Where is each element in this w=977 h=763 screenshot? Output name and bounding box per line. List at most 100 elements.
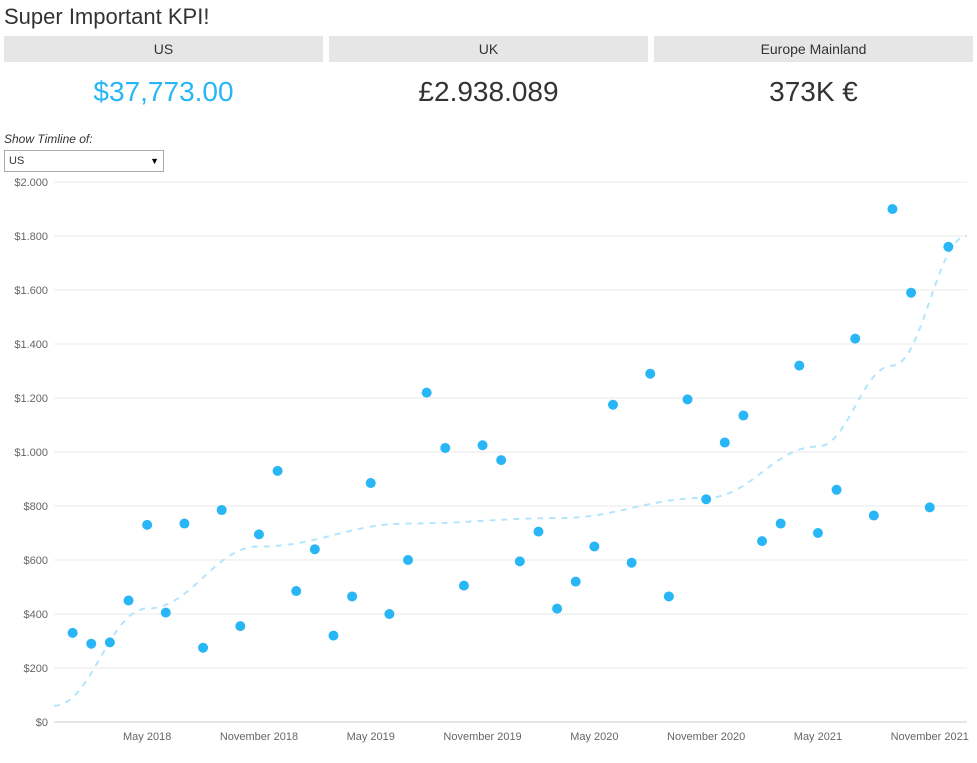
data-point xyxy=(478,440,488,450)
trend-line xyxy=(54,236,967,706)
data-point xyxy=(571,577,581,587)
kpi-header: US xyxy=(4,36,323,62)
data-point xyxy=(254,529,264,539)
svg-text:November 2020: November 2020 xyxy=(667,731,745,743)
y-tick: $600 xyxy=(24,555,967,567)
data-point xyxy=(86,639,96,649)
data-point xyxy=(776,519,786,529)
data-point xyxy=(925,502,935,512)
svg-text:May 2019: May 2019 xyxy=(347,731,395,743)
svg-text:May 2021: May 2021 xyxy=(794,731,842,743)
data-point xyxy=(310,544,320,554)
kpi-header: UK xyxy=(329,36,648,62)
data-point xyxy=(142,520,152,530)
x-tick: November 2018 xyxy=(220,731,298,743)
data-point xyxy=(794,361,804,371)
data-point xyxy=(68,628,78,638)
data-point xyxy=(757,536,767,546)
data-point xyxy=(198,643,208,653)
svg-text:$1.800: $1.800 xyxy=(14,231,48,243)
svg-text:November 2019: November 2019 xyxy=(443,731,521,743)
x-tick: November 2020 xyxy=(667,731,745,743)
y-tick: $1.200 xyxy=(14,393,967,405)
data-point xyxy=(832,485,842,495)
data-point xyxy=(869,510,879,520)
svg-text:May 2020: May 2020 xyxy=(570,731,618,743)
data-point xyxy=(738,411,748,421)
kpi-row: US $37,773.00 UK £2.938.089 Europe Mainl… xyxy=(0,36,977,122)
scatter-chart: $0$200$400$600$800$1.000$1.200$1.400$1.6… xyxy=(4,174,973,746)
y-tick: $0 xyxy=(36,717,967,729)
timeline-select[interactable]: US ▼ xyxy=(4,150,164,172)
data-point xyxy=(403,555,413,565)
svg-text:$1.200: $1.200 xyxy=(14,393,48,405)
kpi-europe: Europe Mainland 373K € xyxy=(654,36,973,122)
data-point xyxy=(235,621,245,631)
y-tick: $200 xyxy=(24,663,967,675)
data-point xyxy=(515,556,525,566)
kpi-value: $37,773.00 xyxy=(4,62,323,122)
data-point xyxy=(813,528,823,538)
y-tick: $1.000 xyxy=(14,447,967,459)
timeline-select-value: US xyxy=(9,155,24,167)
svg-text:May 2018: May 2018 xyxy=(123,731,171,743)
chevron-down-icon: ▼ xyxy=(150,156,159,166)
data-point xyxy=(850,334,860,344)
data-point xyxy=(720,438,730,448)
data-point xyxy=(608,400,618,410)
kpi-uk: UK £2.938.089 xyxy=(329,36,648,122)
data-point xyxy=(105,637,115,647)
filter-label: Show Timline of: xyxy=(4,132,973,146)
svg-text:$600: $600 xyxy=(24,555,48,567)
data-point xyxy=(273,466,283,476)
svg-text:$2.000: $2.000 xyxy=(14,177,48,189)
data-point xyxy=(217,505,227,515)
data-point xyxy=(124,596,134,606)
y-tick: $800 xyxy=(24,501,967,513)
data-point xyxy=(627,558,637,568)
data-point xyxy=(683,394,693,404)
data-point xyxy=(347,591,357,601)
svg-text:$1.000: $1.000 xyxy=(14,447,48,459)
filter-block: Show Timline of: US ▼ xyxy=(0,122,977,174)
data-point xyxy=(366,478,376,488)
kpi-value: 373K € xyxy=(654,62,973,122)
data-point xyxy=(161,608,171,618)
svg-text:$200: $200 xyxy=(24,663,48,675)
y-tick: $1.600 xyxy=(14,285,967,297)
x-tick: May 2020 xyxy=(570,731,618,743)
data-point xyxy=(459,581,469,591)
data-point xyxy=(179,519,189,529)
x-tick: November 2019 xyxy=(443,731,521,743)
svg-text:$0: $0 xyxy=(36,717,48,729)
x-tick: November 2021 xyxy=(891,731,969,743)
data-point xyxy=(906,288,916,298)
data-point xyxy=(533,527,543,537)
data-point xyxy=(328,631,338,641)
svg-text:November 2021: November 2021 xyxy=(891,731,969,743)
y-tick: $1.800 xyxy=(14,231,967,243)
data-point xyxy=(422,388,432,398)
x-tick: May 2019 xyxy=(347,731,395,743)
svg-text:$1.400: $1.400 xyxy=(14,339,48,351)
data-point xyxy=(664,591,674,601)
data-point xyxy=(645,369,655,379)
x-tick: May 2021 xyxy=(794,731,842,743)
data-point xyxy=(589,542,599,552)
page-title: Super Important KPI! xyxy=(0,0,977,36)
y-tick: $1.400 xyxy=(14,339,967,351)
x-tick: May 2018 xyxy=(123,731,171,743)
data-point xyxy=(384,609,394,619)
data-point xyxy=(291,586,301,596)
svg-text:$1.600: $1.600 xyxy=(14,285,48,297)
kpi-value: £2.938.089 xyxy=(329,62,648,122)
data-point xyxy=(552,604,562,614)
y-tick: $2.000 xyxy=(14,177,967,189)
svg-text:November 2018: November 2018 xyxy=(220,731,298,743)
data-point xyxy=(887,204,897,214)
data-point xyxy=(440,443,450,453)
data-point xyxy=(496,455,506,465)
data-point xyxy=(943,242,953,252)
kpi-us: US $37,773.00 xyxy=(4,36,323,122)
kpi-header: Europe Mainland xyxy=(654,36,973,62)
